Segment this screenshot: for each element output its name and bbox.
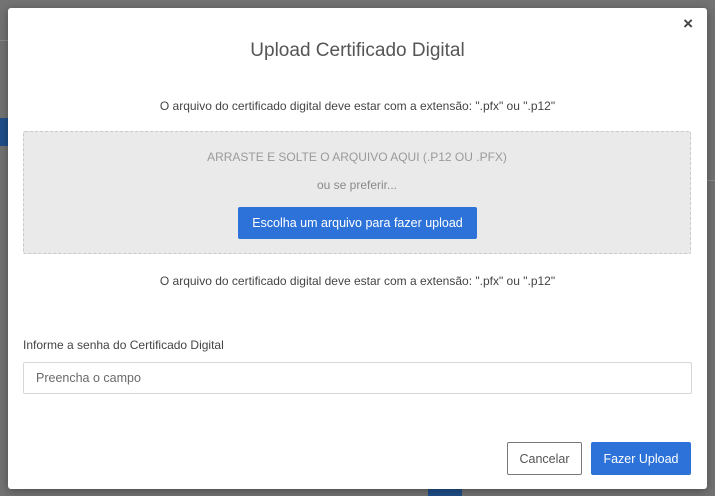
dropzone-instruction: ARRASTE E SOLTE O ARQUIVO AQUI (.P12 OU … — [207, 150, 507, 164]
background-divider — [0, 40, 8, 41]
extension-hint-bottom: O arquivo do certificado digital deve es… — [159, 274, 556, 288]
upload-certificate-modal: × Upload Certificado Digital O arquivo d… — [8, 8, 707, 489]
close-icon[interactable]: × — [683, 14, 693, 34]
dropzone-alternative-text: ou se preferir... — [316, 178, 398, 192]
background-button — [0, 118, 8, 146]
upload-button[interactable]: Fazer Upload — [591, 442, 691, 475]
password-label: Informe a senha do Certificado Digital — [23, 338, 224, 352]
extension-hint-top: O arquivo do certificado digital deve es… — [159, 99, 556, 113]
cancel-button[interactable]: Cancelar — [507, 442, 582, 475]
background-divider — [707, 180, 715, 181]
background-button — [428, 488, 462, 496]
certificate-password-input[interactable] — [23, 362, 692, 394]
choose-file-button[interactable]: Escolha um arquivo para fazer upload — [238, 207, 477, 239]
file-dropzone[interactable]: ARRASTE E SOLTE O ARQUIVO AQUI (.P12 OU … — [23, 131, 691, 254]
modal-title: Upload Certificado Digital — [250, 40, 465, 61]
